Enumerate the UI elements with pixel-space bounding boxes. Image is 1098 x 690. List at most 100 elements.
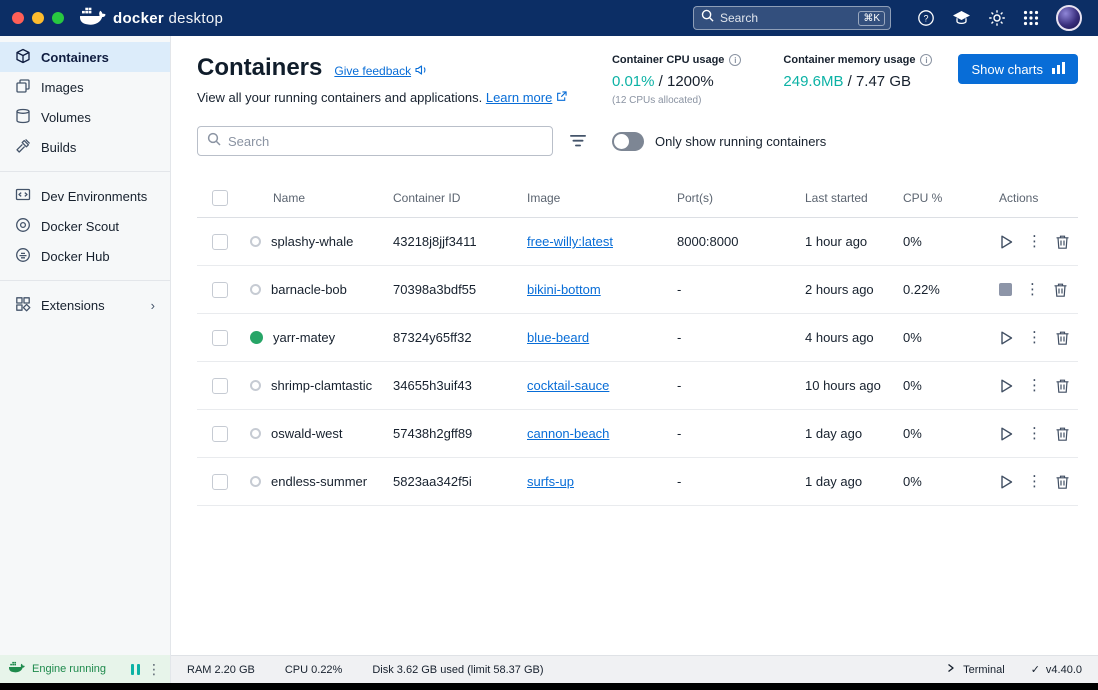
image-link[interactable]: surfs-up (527, 474, 574, 489)
row-menu-icon[interactable]: ⋮ (1027, 330, 1042, 345)
container-id: 43218j8jjf3411 (393, 234, 527, 249)
help-icon[interactable]: ? (917, 9, 935, 27)
container-cpu: 0% (903, 474, 973, 489)
sidebar: Containers Images Volume (0, 36, 171, 683)
sidebar-item-dev-environments[interactable]: Dev Environments (0, 181, 170, 211)
play-button[interactable] (999, 378, 1014, 394)
delete-icon[interactable] (1053, 282, 1068, 298)
filter-row: Only show running containers (197, 126, 1078, 156)
container-ports: 8000:8000 (677, 234, 805, 249)
docker-whale-icon (80, 7, 106, 30)
sidebar-item-volumes[interactable]: Volumes (0, 102, 170, 132)
row-menu-icon[interactable]: ⋮ (1027, 378, 1042, 393)
engine-menu-icon[interactable]: ⋮ (147, 662, 161, 676)
global-search[interactable]: ⌘K (693, 6, 891, 30)
sidebar-item-label: Volumes (41, 110, 91, 125)
pause-engine-button[interactable] (131, 664, 140, 675)
sidebar-item-docker-scout[interactable]: Docker Scout (0, 211, 170, 241)
info-icon[interactable]: i (729, 54, 741, 66)
delete-icon[interactable] (1055, 234, 1070, 250)
table-row: barnacle-bob 70398a3bdf55 bikini-bottom … (197, 266, 1078, 314)
info-icon[interactable]: i (920, 54, 932, 66)
select-all-checkbox[interactable] (212, 190, 228, 206)
image-link[interactable]: blue-beard (527, 330, 589, 345)
table-row: oswald-west 57438h2gff89 cannon-beach - … (197, 410, 1078, 458)
cpu-usage-stat: Container CPU usage i 0.01% / 1200% (12 … (612, 54, 741, 106)
terminal-button[interactable]: Terminal (947, 663, 1005, 676)
sidebar-item-builds[interactable]: Builds (0, 132, 170, 162)
app-version: ✓ v4.40.0 (1031, 663, 1082, 676)
apps-grid-icon[interactable] (1023, 10, 1039, 26)
image-link[interactable]: bikini-bottom (527, 282, 601, 297)
image-link[interactable]: free-willy:latest (527, 234, 613, 249)
sidebar-item-docker-hub[interactable]: Docker Hub (0, 241, 170, 271)
play-button[interactable] (999, 474, 1014, 490)
cpu-allocated-note: (12 CPUs allocated) (612, 95, 741, 106)
global-search-input[interactable] (720, 11, 852, 25)
table-header: Name Container ID Image Port(s) Last sta… (197, 178, 1078, 218)
delete-icon[interactable] (1055, 474, 1070, 490)
svg-text:?: ? (923, 14, 928, 24)
traffic-lights (12, 12, 64, 24)
column-header-last-started[interactable]: Last started (805, 191, 903, 205)
container-id: 70398a3bdf55 (393, 282, 527, 297)
container-status-dot (250, 476, 261, 487)
row-menu-icon[interactable]: ⋮ (1027, 234, 1042, 249)
row-checkbox[interactable] (212, 426, 228, 442)
filter-icon[interactable] (570, 135, 586, 147)
column-header-container-id[interactable]: Container ID (393, 191, 527, 205)
container-last-started: 1 day ago (805, 474, 903, 489)
sidebar-item-label: Docker Scout (41, 219, 119, 234)
row-menu-icon[interactable]: ⋮ (1025, 282, 1040, 297)
stop-button[interactable] (999, 283, 1012, 296)
container-id: 87324y65ff32 (393, 330, 527, 345)
row-checkbox[interactable] (212, 234, 228, 250)
learn-more-link[interactable]: Learn more (486, 90, 552, 105)
play-button[interactable] (999, 426, 1014, 442)
sidebar-item-containers[interactable]: Containers (0, 42, 170, 72)
minimize-window-button[interactable] (32, 12, 44, 24)
delete-icon[interactable] (1055, 426, 1070, 442)
sidebar-item-extensions[interactable]: Extensions › (0, 290, 170, 320)
sidebar-item-images[interactable]: Images (0, 72, 170, 102)
row-checkbox[interactable] (212, 330, 228, 346)
column-header-cpu[interactable]: CPU % (903, 191, 973, 205)
container-search-input[interactable] (228, 134, 543, 149)
external-link-icon (556, 90, 567, 105)
running-only-toggle[interactable] (612, 132, 644, 151)
search-shortcut-badge: ⌘K (858, 11, 885, 26)
engine-status-bar: Engine running ⋮ (0, 655, 170, 683)
column-header-ports[interactable]: Port(s) (677, 191, 805, 205)
image-link[interactable]: cocktail-sauce (527, 378, 609, 393)
ram-usage: RAM 2.20 GB (187, 664, 255, 676)
row-checkbox[interactable] (212, 282, 228, 298)
engine-whale-icon (9, 660, 25, 678)
column-header-image[interactable]: Image (527, 191, 677, 205)
page-subtitle: View all your running containers and app… (197, 90, 567, 105)
search-icon (701, 9, 714, 27)
close-window-button[interactable] (12, 12, 24, 24)
container-ports: - (677, 282, 805, 297)
sidebar-item-label: Builds (41, 140, 76, 155)
running-only-toggle-label: Only show running containers (655, 134, 826, 149)
maximize-window-button[interactable] (52, 12, 64, 24)
give-feedback-link[interactable]: Give feedback (334, 64, 427, 79)
row-menu-icon[interactable]: ⋮ (1027, 474, 1042, 489)
delete-icon[interactable] (1055, 330, 1070, 346)
image-link[interactable]: cannon-beach (527, 426, 609, 441)
learning-center-icon[interactable] (952, 10, 971, 26)
play-button[interactable] (999, 234, 1014, 250)
row-checkbox[interactable] (212, 378, 228, 394)
row-menu-icon[interactable]: ⋮ (1027, 426, 1042, 441)
delete-icon[interactable] (1055, 378, 1070, 394)
show-charts-button[interactable]: Show charts (958, 54, 1078, 84)
settings-gear-icon[interactable] (988, 9, 1006, 27)
builds-icon (15, 138, 31, 157)
row-checkbox[interactable] (212, 474, 228, 490)
column-header-name[interactable]: Name (247, 191, 393, 205)
app-title: docker desktop (113, 10, 223, 27)
user-avatar[interactable] (1056, 5, 1082, 31)
cpu-usage-value: 0.01% / 1200% (612, 73, 741, 90)
play-button[interactable] (999, 330, 1014, 346)
container-search[interactable] (197, 126, 553, 156)
